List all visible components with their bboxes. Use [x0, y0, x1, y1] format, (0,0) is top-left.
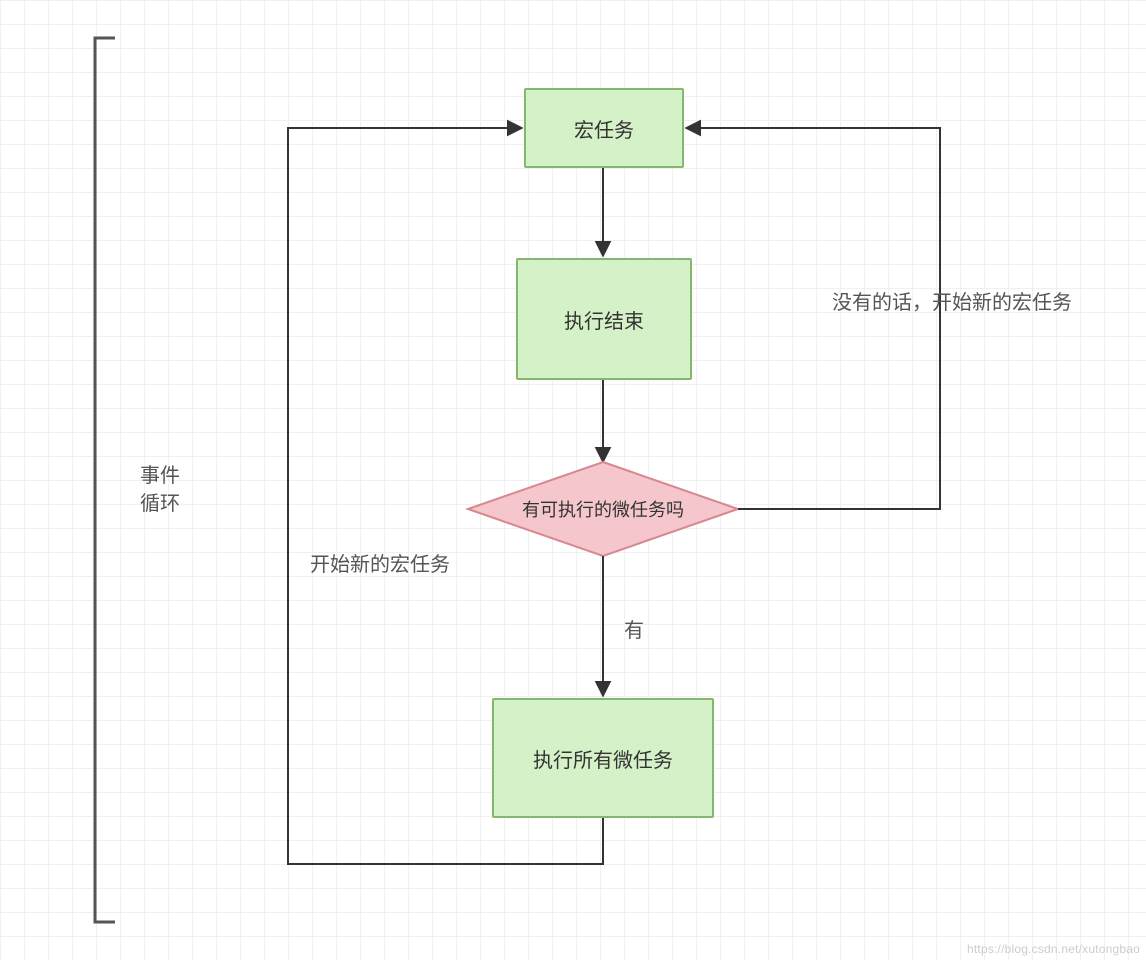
edge-label-yes: 有: [624, 614, 644, 643]
edge-right-loop: [686, 128, 940, 509]
bracket: [95, 38, 115, 922]
edge-label-left: 开始新的宏任务: [310, 548, 450, 577]
node-macrotask: 宏任务: [524, 88, 684, 168]
title-line1: 事件: [140, 465, 180, 487]
node-runmicro-label: 执行所有微任务: [533, 744, 673, 773]
title-line2: 循环: [140, 493, 180, 515]
node-finish: 执行结束: [516, 258, 692, 380]
node-finish-label: 执行结束: [564, 305, 644, 334]
node-decision-label: 有可执行的微任务吗: [522, 496, 684, 522]
edge-label-right: 没有的话，开始新的宏任务: [832, 286, 1072, 315]
diagram-title: 事件 循环: [140, 462, 180, 518]
node-decision: 有可执行的微任务吗: [468, 492, 738, 526]
watermark: https://blog.csdn.net/xutongbao: [967, 942, 1140, 956]
node-macrotask-label: 宏任务: [574, 114, 634, 143]
node-runmicro: 执行所有微任务: [492, 698, 714, 818]
